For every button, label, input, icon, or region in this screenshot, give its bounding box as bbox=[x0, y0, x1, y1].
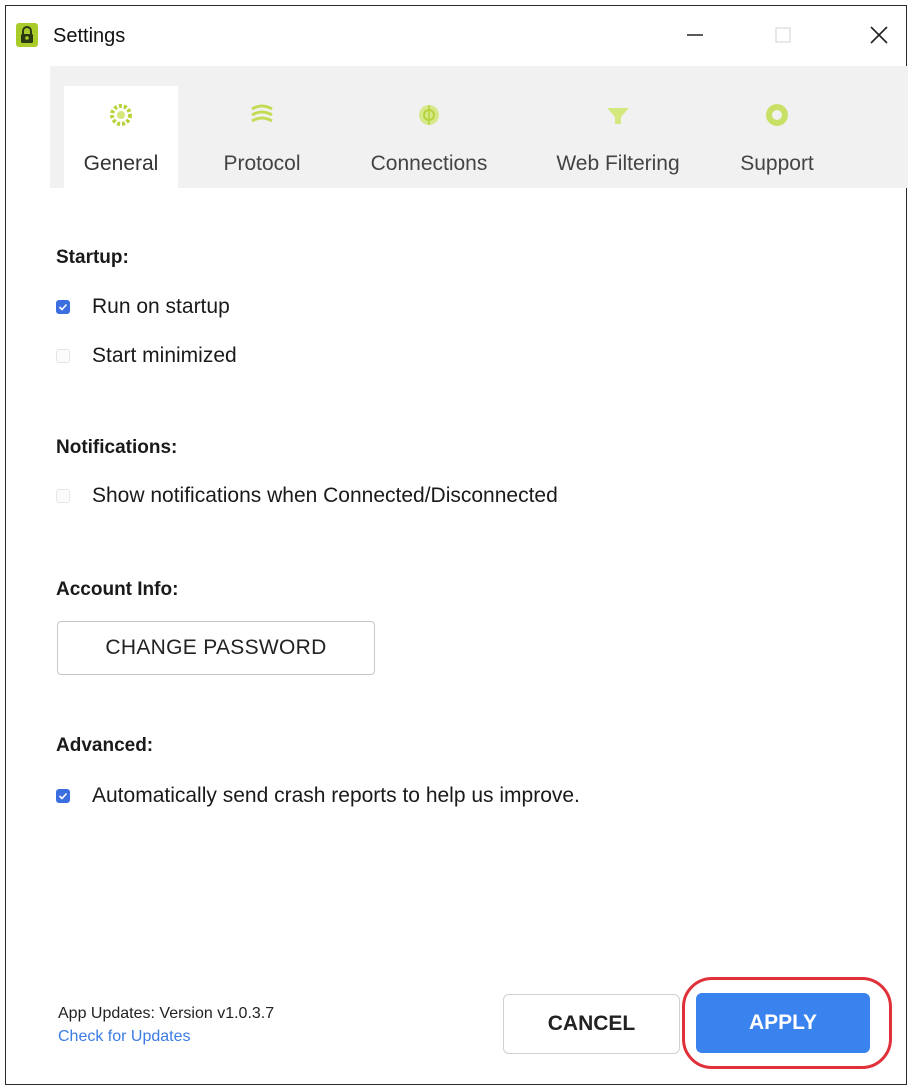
filter-icon bbox=[605, 102, 631, 128]
notifications-heading: Notifications: bbox=[56, 437, 178, 458]
crash-reports-checkbox[interactable] bbox=[56, 789, 70, 803]
tab-web-filtering[interactable]: Web Filtering bbox=[530, 86, 706, 188]
show-notifications-checkbox[interactable] bbox=[56, 489, 70, 503]
maximize-button[interactable] bbox=[758, 16, 808, 58]
change-password-button[interactable]: CHANGE PASSWORD bbox=[57, 621, 375, 675]
app-version-text: App Updates: Version v1.0.3.7 bbox=[58, 1005, 275, 1022]
cancel-button[interactable]: CANCEL bbox=[503, 994, 680, 1054]
start-minimized-label: Start minimized bbox=[92, 344, 237, 367]
start-minimized-checkbox[interactable] bbox=[56, 349, 70, 363]
close-icon bbox=[868, 24, 890, 51]
tab-label: Web Filtering bbox=[556, 152, 680, 175]
title-bar: Settings bbox=[6, 6, 906, 66]
advanced-heading: Advanced: bbox=[56, 735, 154, 756]
tab-label: Protocol bbox=[223, 152, 301, 175]
tab-label: Support bbox=[740, 152, 814, 175]
startup-heading: Startup: bbox=[56, 247, 129, 268]
apply-button[interactable]: APPLY bbox=[696, 993, 870, 1053]
settings-window: Settings General Protocol Connections We… bbox=[5, 5, 908, 1085]
tab-protocol[interactable]: Protocol bbox=[200, 86, 324, 188]
run-on-startup-checkbox[interactable] bbox=[56, 300, 70, 314]
support-icon bbox=[764, 102, 790, 128]
run-on-startup-option[interactable]: Run on startup bbox=[56, 293, 230, 321]
show-notifications-option[interactable]: Show notifications when Connected/Discon… bbox=[56, 482, 558, 510]
minimize-icon bbox=[685, 25, 705, 50]
window-title: Settings bbox=[53, 25, 126, 47]
protocol-icon bbox=[249, 102, 275, 128]
close-button[interactable] bbox=[854, 16, 904, 58]
account-info-heading: Account Info: bbox=[56, 579, 179, 600]
tab-label: General bbox=[83, 152, 159, 175]
tab-label: Connections bbox=[370, 152, 488, 175]
minimize-button[interactable] bbox=[670, 16, 720, 58]
lock-icon bbox=[16, 23, 38, 47]
settings-tabs: General Protocol Connections Web Filteri… bbox=[50, 66, 908, 188]
crash-reports-option[interactable]: Automatically send crash reports to help… bbox=[56, 782, 580, 810]
connections-icon bbox=[416, 102, 442, 128]
start-minimized-option[interactable]: Start minimized bbox=[56, 342, 237, 370]
run-on-startup-label: Run on startup bbox=[92, 295, 230, 318]
tab-connections[interactable]: Connections bbox=[350, 86, 508, 188]
gear-icon bbox=[108, 102, 134, 128]
tab-support[interactable]: Support bbox=[722, 86, 832, 188]
tab-general[interactable]: General bbox=[64, 86, 178, 188]
maximize-icon bbox=[773, 25, 793, 50]
show-notifications-label: Show notifications when Connected/Discon… bbox=[92, 484, 558, 507]
crash-reports-label: Automatically send crash reports to help… bbox=[92, 784, 580, 807]
check-for-updates-link[interactable]: Check for Updates bbox=[58, 1028, 191, 1046]
